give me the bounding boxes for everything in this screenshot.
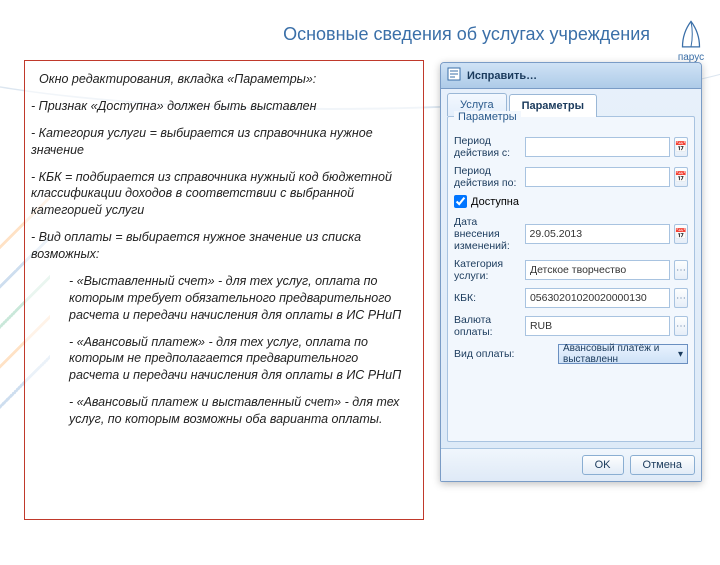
instruction-item: - КБК = подбирается из справочника нужны… bbox=[31, 169, 409, 220]
calendar-icon[interactable]: 📅 bbox=[674, 137, 688, 157]
available-checkbox-row[interactable]: Доступна bbox=[454, 195, 688, 208]
page-title: Основные сведения об услугах учреждения bbox=[283, 24, 650, 45]
label-category: Категория услуги: bbox=[454, 258, 521, 282]
calendar-icon[interactable]: 📅 bbox=[674, 167, 688, 187]
change-date-input[interactable] bbox=[525, 224, 670, 244]
label-currency: Валюта оплаты: bbox=[454, 314, 521, 338]
cancel-button[interactable]: Отмена bbox=[630, 455, 695, 475]
label-available: Доступна bbox=[471, 196, 519, 208]
chevron-down-icon: ▾ bbox=[678, 349, 683, 360]
period-to-input[interactable] bbox=[525, 167, 670, 187]
params-fieldset: Параметры Период действия с: 📅 Период де… bbox=[447, 116, 695, 442]
label-change-date: Дата внесения изменений: bbox=[454, 216, 521, 252]
available-checkbox[interactable] bbox=[454, 195, 467, 208]
category-input[interactable] bbox=[525, 260, 670, 280]
dialog-title: Исправить… bbox=[467, 70, 537, 82]
edit-dialog: Исправить… Услуга Параметры Параметры Пе… bbox=[440, 62, 702, 482]
label-period-from: Период действия с: bbox=[454, 135, 521, 159]
lookup-icon[interactable]: ⋯ bbox=[674, 260, 688, 280]
instruction-sub: - «Авансовый платеж» - для тех услуг, оп… bbox=[69, 334, 409, 385]
instruction-sub: - «Выставленный счет» - для тех услуг, о… bbox=[69, 273, 409, 324]
lookup-icon[interactable]: ⋯ bbox=[674, 288, 688, 308]
instruction-sub: - «Авансовый платеж и выставленный счет»… bbox=[69, 394, 409, 428]
tab-params[interactable]: Параметры bbox=[509, 94, 597, 117]
logo: парус bbox=[674, 18, 708, 63]
fieldset-legend: Параметры bbox=[454, 111, 521, 123]
instruction-item: - Категория услуги = выбирается из справ… bbox=[31, 125, 409, 159]
instruction-item: - Вид оплаты = выбирается нужное значени… bbox=[31, 229, 409, 263]
calendar-icon[interactable]: 📅 bbox=[674, 224, 688, 244]
label-period-to: Период действия по: bbox=[454, 165, 521, 189]
pay-kind-value: Авансовый платёж и выставленн bbox=[563, 343, 678, 365]
kbk-input[interactable] bbox=[525, 288, 670, 308]
sail-icon bbox=[674, 18, 708, 52]
pay-kind-dropdown[interactable]: Авансовый платёж и выставленн ▾ bbox=[558, 344, 688, 364]
dialog-footer: OK Отмена bbox=[441, 448, 701, 481]
instruction-item: - Признак «Доступна» должен быть выставл… bbox=[31, 98, 409, 115]
period-from-input[interactable] bbox=[525, 137, 670, 157]
instructions-panel: Окно редактирования, вкладка «Параметры»… bbox=[24, 60, 424, 520]
lookup-icon[interactable]: ⋯ bbox=[674, 316, 688, 336]
currency-input[interactable] bbox=[525, 316, 670, 336]
app-icon bbox=[447, 67, 461, 84]
label-pay-kind: Вид оплаты: bbox=[454, 348, 554, 360]
instructions-intro: Окно редактирования, вкладка «Параметры»… bbox=[39, 71, 409, 88]
label-kbk: КБК: bbox=[454, 292, 521, 304]
ok-button[interactable]: OK bbox=[582, 455, 624, 475]
dialog-titlebar[interactable]: Исправить… bbox=[441, 63, 701, 89]
